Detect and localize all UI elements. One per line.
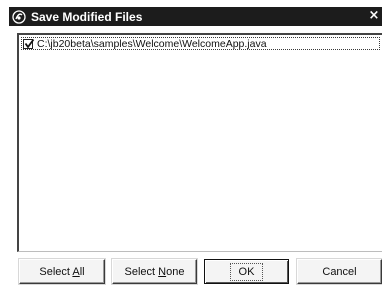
ok-button[interactable]: OK [204,259,289,284]
cancel-button[interactable]: Cancel [297,259,382,284]
save-modified-files-dialog: Save Modified Files × C:\jb20beta\sample… [0,0,382,289]
cancel-label: Cancel [322,265,357,278]
jbuilder-app-icon [11,9,27,25]
select-all-button[interactable]: Select All [19,259,105,284]
modified-files-list[interactable]: C:\jb20beta\samples\Welcome\WelcomeApp.j… [17,33,382,252]
file-checkbox[interactable] [23,38,35,49]
window-title: Save Modified Files [31,9,143,24]
select-none-button[interactable]: Select None [112,259,197,284]
file-path: C:\jb20beta\samples\Welcome\WelcomeApp.j… [37,37,267,50]
title-bar[interactable]: Save Modified Files × [9,7,382,26]
select-all-label: Select All [39,265,85,278]
list-item[interactable]: C:\jb20beta\samples\Welcome\WelcomeApp.j… [21,37,380,50]
select-none-label: Select None [124,265,185,278]
close-icon[interactable]: × [367,9,381,23]
checkmark-icon [24,38,35,49]
ok-label: OK [229,262,264,281]
